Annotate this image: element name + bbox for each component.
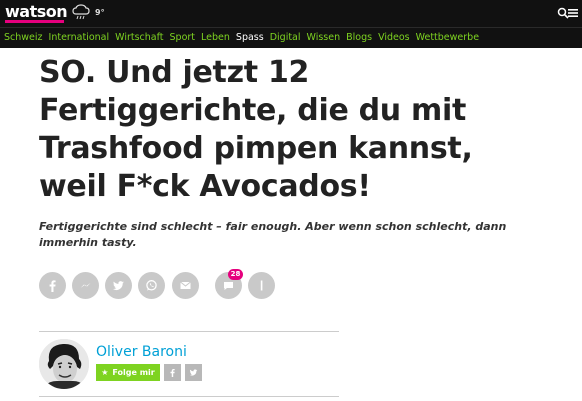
author-twitter-button[interactable]	[185, 364, 202, 381]
menu-icon[interactable]	[568, 8, 578, 18]
more-icon	[260, 280, 263, 291]
messenger-share-button[interactable]	[72, 272, 99, 299]
author-name[interactable]: Oliver Baroni	[96, 344, 187, 360]
facebook-icon	[49, 280, 56, 292]
nav-item-blogs[interactable]: Blogs	[346, 32, 372, 43]
top-bar: watson 9°	[0, 0, 582, 27]
article-headline: SO. Und jetzt 12 Fertiggerichte, die du …	[39, 55, 473, 204]
whatsapp-share-button[interactable]	[138, 272, 165, 299]
logo-accent	[5, 20, 64, 23]
nav-item-spass[interactable]: Spass	[236, 32, 264, 43]
nav-item-sport[interactable]: Sport	[170, 32, 196, 43]
temperature: 9°	[95, 8, 105, 17]
article-lead: Fertiggerichte sind schlecht – fair enou…	[39, 220, 507, 249]
author-portrait-image	[39, 339, 89, 389]
nav-item-wirtschaft[interactable]: Wirtschaft	[115, 32, 163, 43]
mail-share-button[interactable]	[172, 272, 199, 299]
nav-item-international[interactable]: International	[49, 32, 110, 43]
facebook-share-button[interactable]	[39, 272, 66, 299]
mail-icon	[180, 281, 191, 289]
follow-label: Folge mir	[112, 368, 155, 377]
nav-item-leben[interactable]: Leben	[201, 32, 230, 43]
nav-item-wettbewerbe[interactable]: Wettbewerbe	[416, 32, 479, 43]
divider-top	[39, 331, 339, 332]
messenger-icon	[80, 283, 91, 288]
comment-icon	[224, 282, 233, 290]
twitter-share-button[interactable]	[105, 272, 132, 299]
twitter-icon	[113, 281, 124, 291]
nav-list: Schweiz International Wirtschaft Sport L…	[4, 32, 485, 43]
nav-item-wissen[interactable]: Wissen	[307, 32, 341, 43]
nav-item-digital[interactable]: Digital	[270, 32, 301, 43]
author-facebook-button[interactable]	[164, 364, 181, 381]
section-nav: Schweiz International Wirtschaft Sport L…	[0, 27, 582, 48]
comment-count-badge: 28	[228, 269, 243, 280]
weather-icon	[72, 4, 90, 20]
nav-item-schweiz[interactable]: Schweiz	[4, 32, 43, 43]
divider-bottom	[39, 396, 339, 397]
nav-item-videos[interactable]: Videos	[378, 32, 410, 43]
facebook-icon	[170, 368, 175, 377]
star-icon: ★	[101, 368, 109, 377]
author-avatar[interactable]	[39, 339, 89, 389]
more-share-button[interactable]	[248, 272, 275, 299]
watson-logo[interactable]: watson	[5, 2, 68, 21]
follow-button[interactable]: ★ Folge mir	[96, 364, 160, 381]
whatsapp-icon	[146, 280, 157, 291]
twitter-icon	[189, 369, 198, 376]
